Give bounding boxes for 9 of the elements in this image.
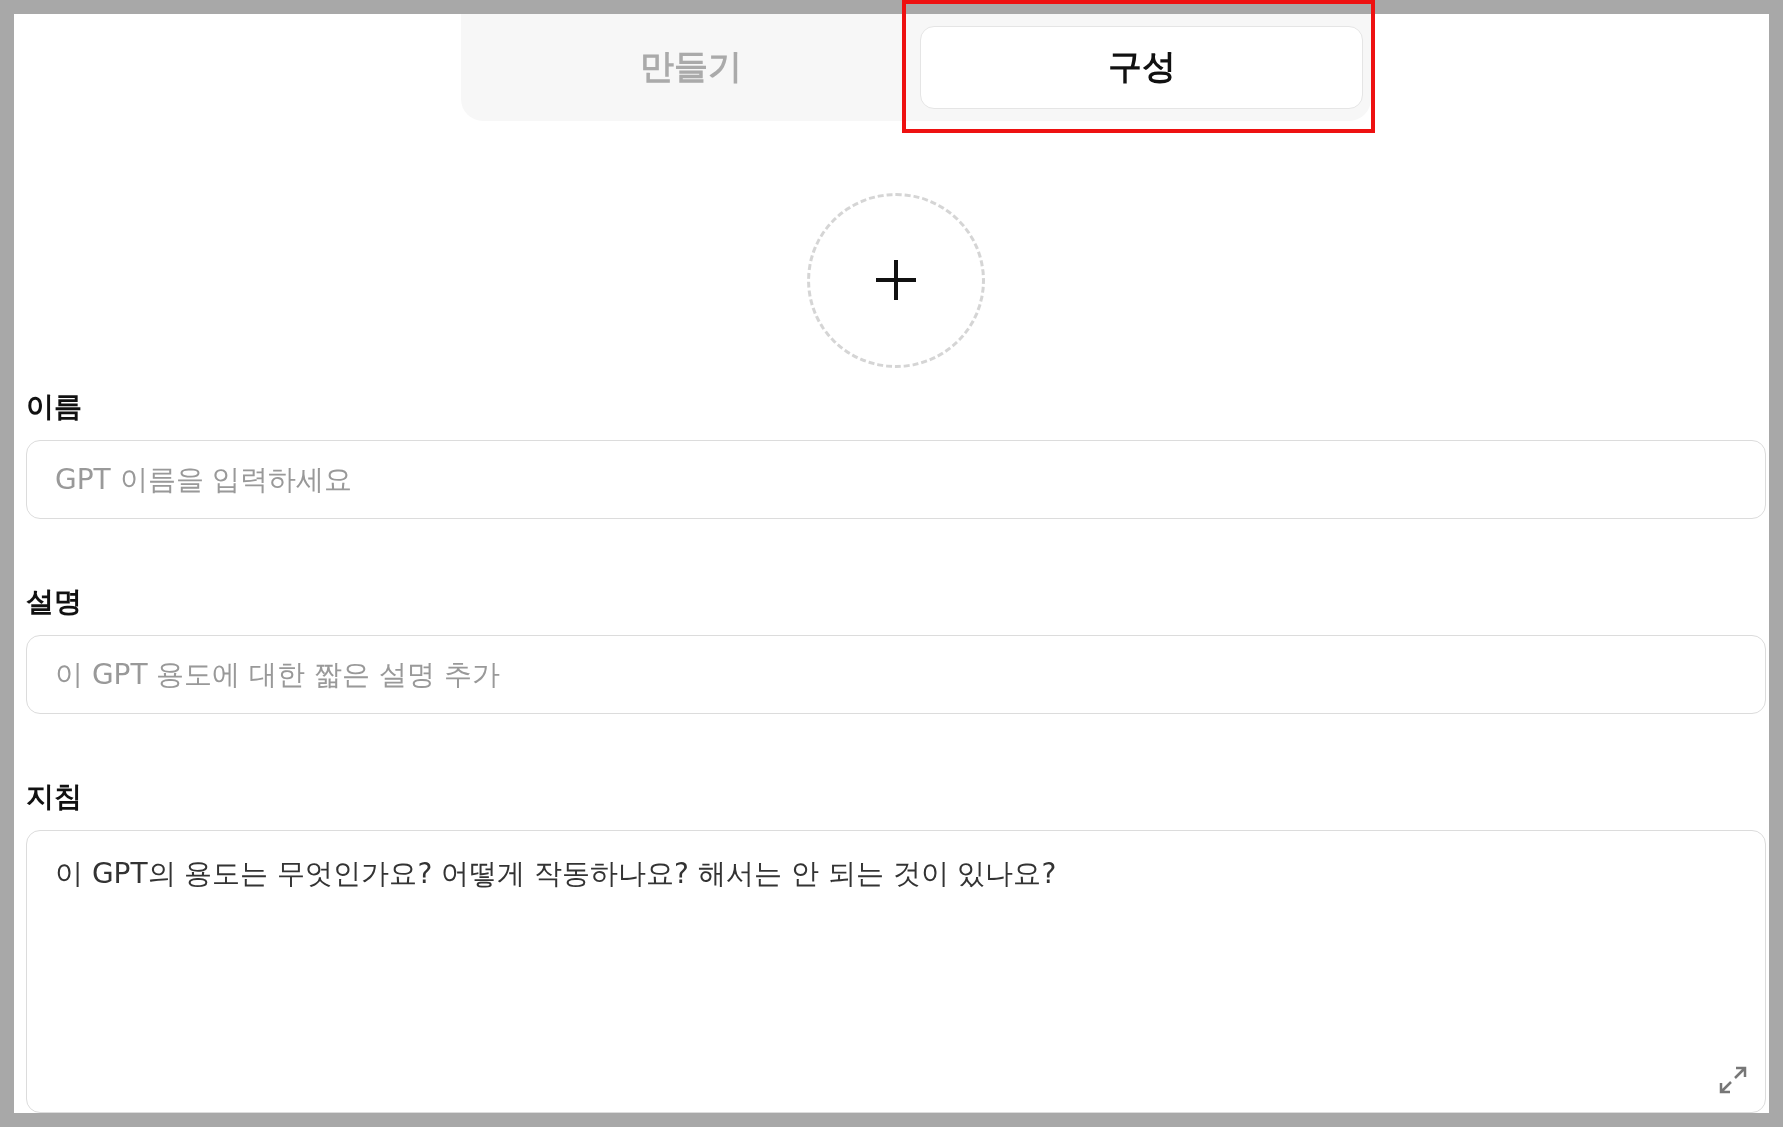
- field-label: 지침: [26, 778, 83, 815]
- text-area[interactable]: 이 GPT의 용도는 무엇인가요? 어떻게 작동하나요? 해서는 안 되는 것이 있나요?: [26, 829, 1766, 1113]
- field-label: 이름: [26, 389, 83, 425]
- input-field[interactable]: GPT 이름을 입력하세요: [26, 440, 1766, 519]
- input-field[interactable]: 이 GPT 용도에 대한 짧은 설명 추가: [26, 634, 1766, 714]
- field-label: 설명: [26, 583, 83, 620]
- plus-icon: [874, 258, 918, 303]
- expand-icon[interactable]: [1718, 1065, 1748, 1095]
- tab[interactable]: 구성: [920, 26, 1363, 109]
